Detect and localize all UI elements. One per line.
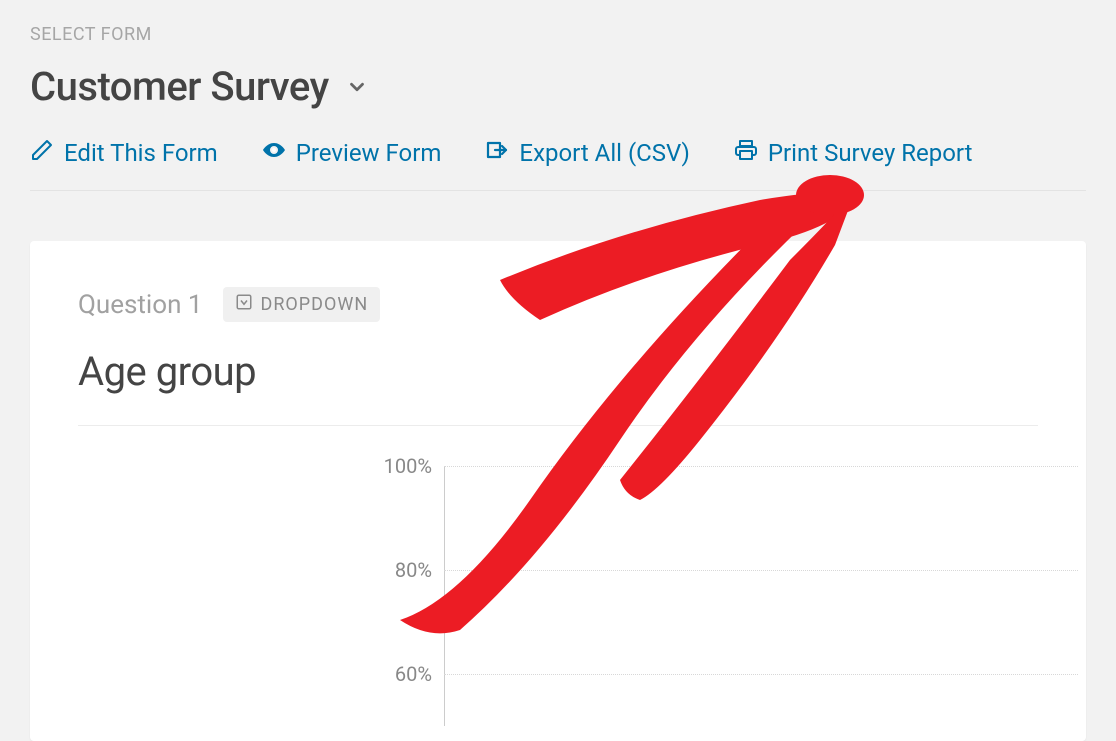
preview-form-button[interactable]: Preview Form xyxy=(262,138,442,168)
chart-gridline xyxy=(444,674,1078,675)
chart-gridline xyxy=(444,466,1078,467)
eye-icon xyxy=(262,138,286,168)
caret-square-down-icon xyxy=(235,293,253,316)
pencil-icon xyxy=(30,138,54,168)
question-type-badge: DROPDOWN xyxy=(223,287,381,322)
chevron-down-icon xyxy=(343,73,371,101)
form-selector[interactable]: Customer Survey xyxy=(30,63,371,110)
select-form-label: SELECT FORM xyxy=(30,24,1086,45)
preview-form-label: Preview Form xyxy=(296,139,442,167)
print-report-label: Print Survey Report xyxy=(768,139,973,167)
form-selector-title: Customer Survey xyxy=(30,63,329,110)
question-card: Question 1 DROPDOWN Age group 100% 80% 6… xyxy=(30,241,1086,741)
export-icon xyxy=(485,138,509,168)
chart-gridline xyxy=(444,570,1078,571)
print-report-button[interactable]: Print Survey Report xyxy=(734,138,973,168)
question-type-label: DROPDOWN xyxy=(261,294,369,315)
export-csv-label: Export All (CSV) xyxy=(519,139,689,167)
question-title: Age group xyxy=(78,348,1038,426)
edit-form-button[interactable]: Edit This Form xyxy=(30,138,218,168)
print-icon xyxy=(734,138,758,168)
question-index: Question 1 xyxy=(78,290,203,320)
export-csv-button[interactable]: Export All (CSV) xyxy=(485,138,689,168)
chart-y-tick-label: 80% xyxy=(372,558,432,582)
chart: 100% 80% 60% xyxy=(378,466,1078,726)
chart-y-tick-label: 60% xyxy=(372,662,432,686)
action-bar: Edit This Form Preview Form Export All (… xyxy=(30,138,1086,191)
edit-form-label: Edit This Form xyxy=(64,139,218,167)
chart-y-tick-label: 100% xyxy=(372,454,432,478)
chart-y-axis xyxy=(444,466,445,726)
